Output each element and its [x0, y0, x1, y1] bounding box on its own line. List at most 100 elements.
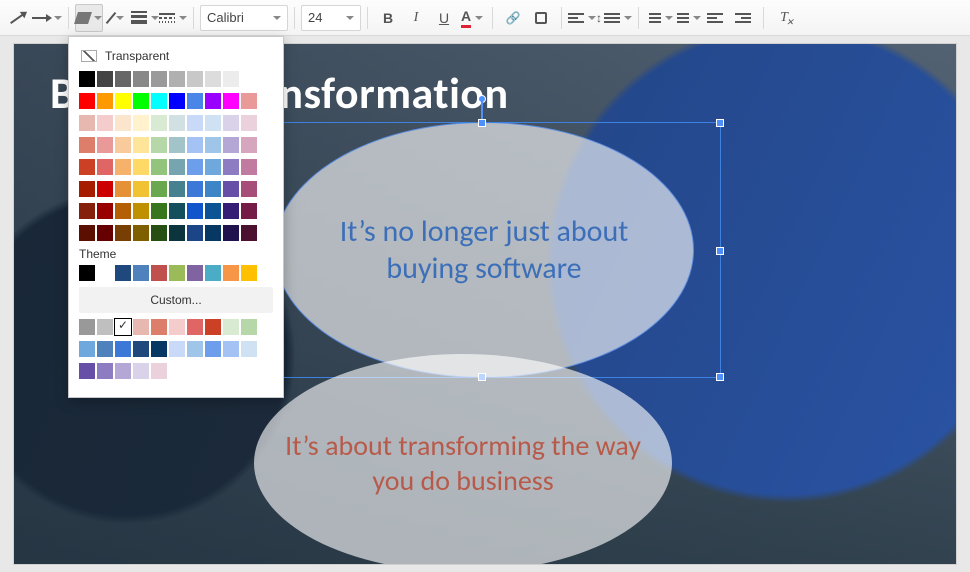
color-swatch[interactable]: [241, 319, 257, 335]
circle-shape-1[interactable]: It’s no longer just about buying softwar…: [274, 122, 694, 378]
color-swatch[interactable]: [97, 71, 113, 87]
color-swatch[interactable]: [79, 203, 95, 219]
color-swatch[interactable]: [151, 159, 167, 175]
bold-button[interactable]: B: [374, 4, 402, 32]
color-swatch[interactable]: [115, 181, 131, 197]
color-swatch[interactable]: [169, 137, 185, 153]
color-swatch[interactable]: [79, 159, 95, 175]
color-swatch[interactable]: [223, 115, 239, 131]
color-swatch[interactable]: [223, 265, 239, 281]
underline-button[interactable]: U: [430, 4, 458, 32]
color-swatch[interactable]: [169, 341, 185, 357]
color-swatch[interactable]: [169, 93, 185, 109]
color-swatch[interactable]: [97, 181, 113, 197]
color-swatch[interactable]: [241, 341, 257, 357]
color-swatch[interactable]: [187, 203, 203, 219]
color-swatch[interactable]: [151, 137, 167, 153]
color-swatch[interactable]: [115, 319, 131, 335]
color-swatch[interactable]: [223, 319, 239, 335]
color-swatch[interactable]: [205, 159, 221, 175]
color-swatch[interactable]: [133, 319, 149, 335]
increase-indent-button[interactable]: [729, 4, 757, 32]
color-swatch[interactable]: [97, 137, 113, 153]
color-swatch[interactable]: [205, 265, 221, 281]
color-swatch[interactable]: [241, 265, 257, 281]
bulleted-list-button[interactable]: [673, 4, 701, 32]
color-swatch[interactable]: [133, 203, 149, 219]
insert-comment-button[interactable]: [527, 4, 555, 32]
color-swatch[interactable]: [133, 115, 149, 131]
color-swatch[interactable]: [223, 71, 239, 87]
color-swatch[interactable]: [205, 71, 221, 87]
fill-color-button[interactable]: [75, 4, 103, 32]
color-swatch[interactable]: [187, 225, 203, 241]
color-swatch[interactable]: [205, 93, 221, 109]
color-swatch[interactable]: [205, 137, 221, 153]
color-swatch[interactable]: [151, 225, 167, 241]
color-swatch[interactable]: [151, 203, 167, 219]
align-button[interactable]: [568, 4, 596, 32]
color-swatch[interactable]: [115, 71, 131, 87]
border-weight-button[interactable]: [131, 4, 159, 32]
color-swatch[interactable]: [151, 71, 167, 87]
color-swatch[interactable]: [223, 181, 239, 197]
color-swatch[interactable]: [133, 93, 149, 109]
arrow-tool-button[interactable]: [32, 4, 62, 32]
color-swatch[interactable]: [97, 363, 113, 379]
decrease-indent-button[interactable]: [701, 4, 729, 32]
color-swatch[interactable]: [133, 181, 149, 197]
color-swatch[interactable]: [241, 181, 257, 197]
color-swatch[interactable]: [205, 225, 221, 241]
circle-shape-2[interactable]: It’s about transforming the way you do b…: [254, 354, 672, 564]
color-swatch[interactable]: [79, 71, 95, 87]
color-swatch[interactable]: [223, 137, 239, 153]
color-swatch[interactable]: [187, 159, 203, 175]
color-swatch[interactable]: [97, 159, 113, 175]
color-swatch[interactable]: [169, 319, 185, 335]
color-swatch[interactable]: [169, 203, 185, 219]
color-swatch[interactable]: [169, 159, 185, 175]
italic-button[interactable]: I: [402, 4, 430, 32]
color-swatch[interactable]: [97, 93, 113, 109]
color-swatch[interactable]: [241, 363, 257, 379]
color-swatch[interactable]: [115, 363, 131, 379]
color-swatch[interactable]: [79, 181, 95, 197]
color-swatch[interactable]: [151, 265, 167, 281]
resize-handle-se[interactable]: [716, 373, 724, 381]
color-swatch[interactable]: [187, 71, 203, 87]
numbered-list-button[interactable]: [645, 4, 673, 32]
color-swatch[interactable]: [223, 225, 239, 241]
custom-color-button[interactable]: Custom...: [79, 287, 273, 313]
color-swatch[interactable]: [115, 225, 131, 241]
color-swatch[interactable]: [187, 265, 203, 281]
circle-2-text[interactable]: It’s about transforming the way you do b…: [284, 428, 642, 498]
color-swatch[interactable]: [115, 93, 131, 109]
border-dash-button[interactable]: [159, 4, 187, 32]
color-swatch[interactable]: [169, 181, 185, 197]
color-swatch[interactable]: [79, 115, 95, 131]
color-swatch[interactable]: [205, 203, 221, 219]
color-swatch[interactable]: [133, 71, 149, 87]
resize-handle-e[interactable]: [716, 247, 724, 255]
font-family-select[interactable]: Calibri: [200, 5, 288, 31]
color-swatch[interactable]: [79, 93, 95, 109]
color-swatch[interactable]: [115, 341, 131, 357]
color-swatch[interactable]: [115, 203, 131, 219]
color-swatch[interactable]: [169, 363, 185, 379]
color-swatch[interactable]: [241, 225, 257, 241]
color-swatch[interactable]: [79, 265, 95, 281]
color-swatch[interactable]: [79, 137, 95, 153]
color-swatch[interactable]: [115, 137, 131, 153]
color-swatch[interactable]: [241, 115, 257, 131]
color-swatch[interactable]: [187, 137, 203, 153]
color-swatch[interactable]: [205, 115, 221, 131]
color-swatch[interactable]: [79, 225, 95, 241]
color-swatch[interactable]: [97, 203, 113, 219]
color-swatch[interactable]: [205, 319, 221, 335]
color-swatch[interactable]: [97, 341, 113, 357]
color-swatch[interactable]: [241, 71, 257, 87]
color-swatch[interactable]: [97, 265, 113, 281]
transparent-option[interactable]: Transparent: [79, 45, 273, 71]
color-swatch[interactable]: [223, 203, 239, 219]
color-swatch[interactable]: [205, 363, 221, 379]
